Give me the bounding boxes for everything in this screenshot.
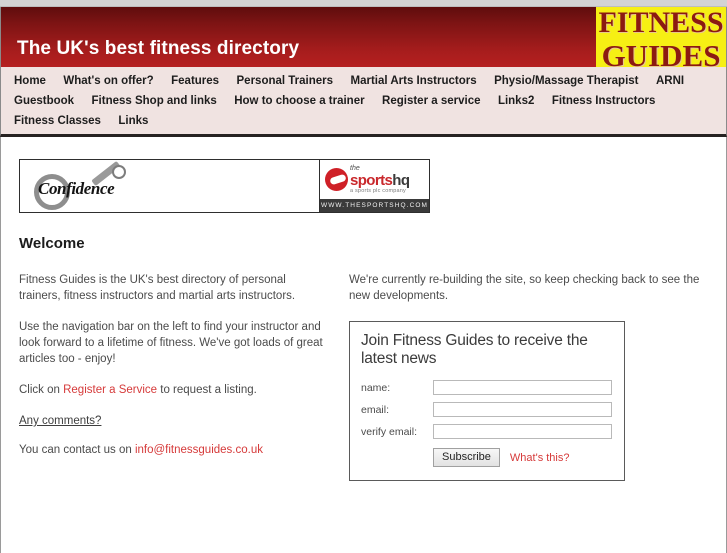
register-paragraph: Click on Register a Service to request a… (19, 382, 329, 398)
email-field-label: email: (361, 403, 390, 416)
name-field-row: name: (361, 380, 612, 395)
content-columns: Fitness Guides is the UK's best director… (19, 272, 708, 481)
verify-email-field-label: verify email: (361, 425, 418, 438)
browser-top-strip (0, 0, 727, 7)
email-input[interactable] (433, 402, 612, 417)
contact-text-before: You can contact us on (19, 444, 135, 456)
any-comments-paragraph: Any comments? (19, 413, 329, 429)
whats-this-link[interactable]: What's this? (510, 452, 570, 464)
nav-item-whats-on-offer[interactable]: What's on offer? (60, 72, 156, 91)
contact-paragraph: You can contact us on info@fitnessguides… (19, 442, 329, 458)
nav-item-martial-arts-instructors[interactable]: Martial Arts Instructors (348, 72, 480, 91)
page-title: The UK's best fitness directory (17, 38, 300, 59)
navigation-hint-paragraph: Use the navigation bar on the left to fi… (19, 321, 323, 365)
register-a-service-link[interactable]: Register a Service (63, 384, 157, 396)
register-text-before: Click on (19, 384, 64, 396)
subscribe-button[interactable]: Subscribe (433, 448, 500, 467)
page-content: Confidence the sportshq a sports plc com… (0, 137, 727, 553)
confidence-knob-icon (112, 165, 126, 179)
sportshq-hq-label: hq (392, 171, 410, 189)
nav-item-arni[interactable]: ARNI (653, 72, 687, 91)
verify-email-input[interactable] (433, 424, 612, 439)
intro-paragraph: Fitness Guides is the UK's best director… (19, 274, 296, 302)
sportshq-swoosh-icon (325, 168, 348, 191)
nav-item-home[interactable]: Home (11, 72, 49, 91)
nav-item-links[interactable]: Links (115, 112, 151, 131)
signup-submit-row: Subscribe What's this? (361, 448, 612, 467)
nav-item-guestbook[interactable]: Guestbook (11, 92, 77, 111)
name-field-label: name: (361, 381, 391, 394)
register-text-after: to request a listing. (157, 384, 257, 396)
nav-item-fitness-shop-and-links[interactable]: Fitness Shop and links (89, 92, 220, 111)
sportshq-the-label: the (350, 164, 360, 172)
ad-sportshq[interactable]: the sportshq a sports plc company WWW.TH… (320, 160, 429, 212)
nav-item-fitness-instructors[interactable]: Fitness Instructors (549, 92, 659, 111)
sportshq-url: WWW.THESPORTSHQ.COM (320, 199, 429, 212)
fitness-guides-logo[interactable]: FITNESS GUIDES (596, 7, 726, 67)
nav-item-fitness-classes[interactable]: Fitness Classes (11, 112, 104, 131)
logo-line-1: FITNESS (598, 7, 724, 39)
name-input[interactable] (433, 380, 612, 395)
any-comments-link[interactable]: Any comments? (19, 415, 101, 427)
left-column: Fitness Guides is the UK's best director… (19, 272, 349, 481)
advertisement-banner-strip: Confidence the sportshq a sports plc com… (19, 159, 430, 213)
welcome-heading: Welcome (19, 235, 85, 252)
site-masthead: The UK's best fitness directory FITNESS … (0, 7, 727, 67)
rebuilding-notice: We're currently re-building the site, so… (349, 274, 700, 302)
right-column: We're currently re-building the site, so… (349, 272, 708, 481)
sportshq-sports-label: sports (350, 171, 393, 189)
nav-item-how-to-choose-a-trainer[interactable]: How to choose a trainer (231, 92, 367, 111)
nav-item-personal-trainers[interactable]: Personal Trainers (234, 72, 337, 91)
sportshq-tagline: a sports plc company (350, 187, 406, 194)
nav-item-register-a-service[interactable]: Register a service (379, 92, 483, 111)
nav-item-links2[interactable]: Links2 (495, 92, 537, 111)
newsletter-signup-box: Join Fitness Guides to receive the lates… (349, 321, 625, 481)
confidence-wordmark: Confidence (38, 179, 115, 198)
nav-item-features[interactable]: Features (168, 72, 222, 91)
signup-heading: Join Fitness Guides to receive the lates… (361, 332, 588, 367)
contact-email-link[interactable]: info@fitnessguides.co.uk (135, 444, 263, 456)
logo-line-2: GUIDES (601, 38, 721, 67)
email-field-row: email: (361, 402, 612, 417)
ad-confidence[interactable]: Confidence (20, 160, 320, 212)
nav-item-physio-massage-therapist[interactable]: Physio/Massage Therapist (491, 72, 641, 91)
verify-email-field-row: verify email: (361, 424, 612, 439)
main-navigation[interactable]: Home What's on offer? Features Personal … (0, 67, 727, 137)
